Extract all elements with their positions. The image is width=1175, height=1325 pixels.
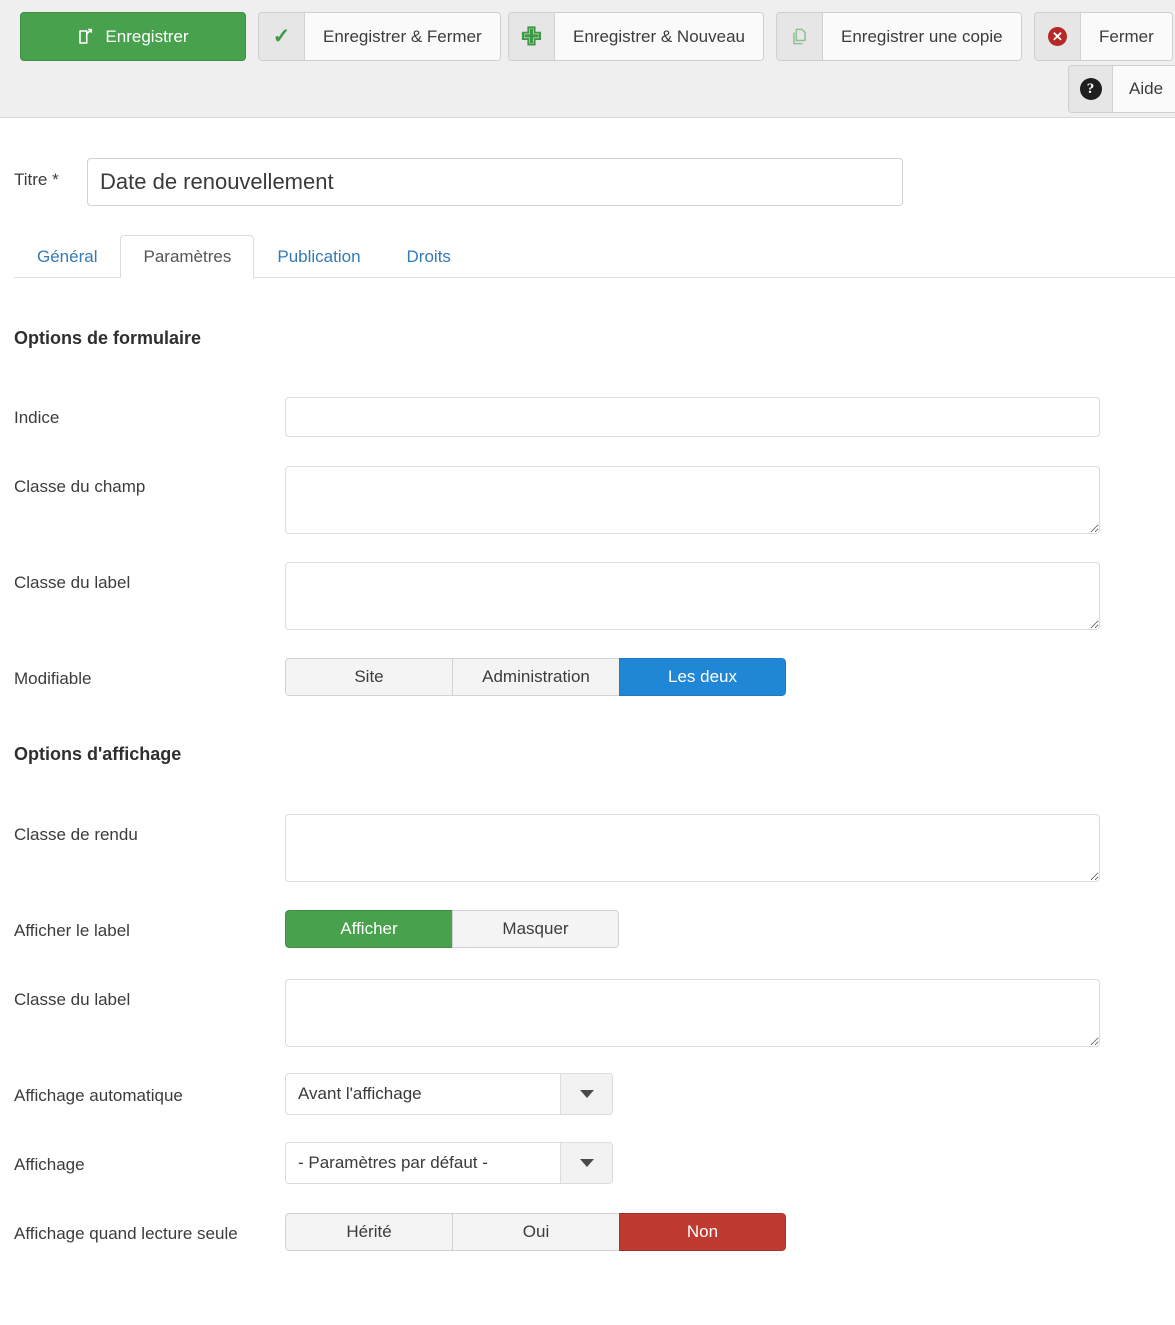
tab-publication[interactable]: Publication	[254, 235, 383, 278]
label-modifiable: Modifiable	[14, 669, 92, 688]
help-button-label: Aide	[1113, 66, 1175, 112]
modifiable-option-site[interactable]: Site	[285, 658, 452, 696]
close-button-label: Fermer	[1081, 13, 1172, 60]
lecture-seule-option-oui[interactable]: Oui	[452, 1213, 619, 1251]
classe-du-label-display-textarea[interactable]	[285, 979, 1100, 1047]
save-and-new-button[interactable]: ✙ Enregistrer & Nouveau	[508, 12, 764, 61]
affichage-automatique-value: Avant l'affichage	[298, 1084, 422, 1103]
afficher-le-label-option-afficher[interactable]: Afficher	[285, 910, 452, 948]
save-as-copy-button[interactable]: Enregistrer une copie	[776, 12, 1022, 61]
close-circle-icon: ✕	[1035, 13, 1081, 60]
tab-general[interactable]: Général	[14, 235, 120, 278]
indice-input[interactable]	[285, 397, 1100, 437]
label-classe-du-label-display: Classe du label	[14, 990, 131, 1009]
check-icon: ✓	[259, 13, 305, 60]
modifiable-option-les-deux[interactable]: Les deux	[619, 658, 786, 696]
top-toolbar: Enregistrer ✓ Enregistrer & Fermer ✙ Enr…	[0, 0, 1175, 118]
modifiable-option-administration[interactable]: Administration	[452, 658, 619, 696]
lecture-seule-option-herite[interactable]: Hérité	[285, 1213, 452, 1251]
affichage-select[interactable]: - Paramètres par défaut -	[285, 1142, 613, 1184]
chevron-down-icon[interactable]	[560, 1074, 612, 1114]
classe-du-label-textarea[interactable]	[285, 562, 1100, 630]
label-classe-du-champ: Classe du champ	[14, 477, 146, 496]
label-classe-de-rendu: Classe de rendu	[14, 825, 138, 844]
copy-icon	[777, 13, 823, 60]
label-affichage: Affichage	[14, 1155, 85, 1174]
plus-icon: ✙	[509, 13, 555, 60]
lecture-seule-option-non[interactable]: Non	[619, 1213, 786, 1251]
section-title-display-options: Options d'affichage	[14, 744, 182, 764]
save-and-close-button[interactable]: ✓ Enregistrer & Fermer	[258, 12, 501, 61]
classe-de-rendu-textarea[interactable]	[285, 814, 1100, 882]
toolbar-primary-row: Enregistrer ✓ Enregistrer & Fermer ✙ Enr…	[0, 12, 1175, 61]
tab-strip: Général Paramètres Publication Droits	[14, 232, 474, 279]
title-field-label: Titre *	[14, 170, 59, 189]
label-affichage-lecture-seule: Affichage quand lecture seule	[14, 1224, 238, 1243]
save-and-close-label: Enregistrer & Fermer	[305, 13, 500, 60]
tab-bar: Général Paramètres Publication Droits	[0, 232, 1175, 279]
section-title-form-options: Options de formulaire	[14, 328, 202, 348]
affichage-value: - Paramètres par défaut -	[298, 1153, 488, 1172]
afficher-le-label-option-masquer[interactable]: Masquer	[452, 910, 619, 948]
close-button[interactable]: ✕ Fermer	[1034, 12, 1173, 61]
save-and-new-label: Enregistrer & Nouveau	[555, 13, 763, 60]
tab-parametres[interactable]: Paramètres	[120, 235, 255, 279]
lecture-seule-button-group: Hérité Oui Non	[285, 1213, 786, 1251]
help-button[interactable]: ? Aide	[1068, 65, 1175, 113]
label-classe-du-label-form: Classe du label	[14, 573, 131, 592]
save-button[interactable]: Enregistrer	[20, 12, 246, 61]
classe-du-champ-textarea[interactable]	[285, 466, 1100, 534]
toolbar-secondary-row: ? Aide	[0, 65, 1175, 113]
label-affichage-automatique: Affichage automatique	[14, 1086, 183, 1105]
modifiable-button-group: Site Administration Les deux	[285, 658, 786, 696]
title-row: Titre *	[0, 158, 1175, 206]
save-as-copy-label: Enregistrer une copie	[823, 13, 1021, 60]
save-button-label: Enregistrer	[105, 26, 189, 46]
question-circle-icon: ?	[1069, 66, 1113, 112]
afficher-le-label-button-group: Afficher Masquer	[285, 910, 619, 948]
label-indice: Indice	[14, 408, 60, 427]
label-afficher-le-label: Afficher le label	[14, 921, 130, 940]
affichage-automatique-select[interactable]: Avant l'affichage	[285, 1073, 613, 1115]
tab-droits[interactable]: Droits	[384, 235, 474, 278]
chevron-down-icon[interactable]	[560, 1143, 612, 1183]
edit-square-icon	[77, 28, 95, 46]
title-input[interactable]	[87, 158, 903, 206]
